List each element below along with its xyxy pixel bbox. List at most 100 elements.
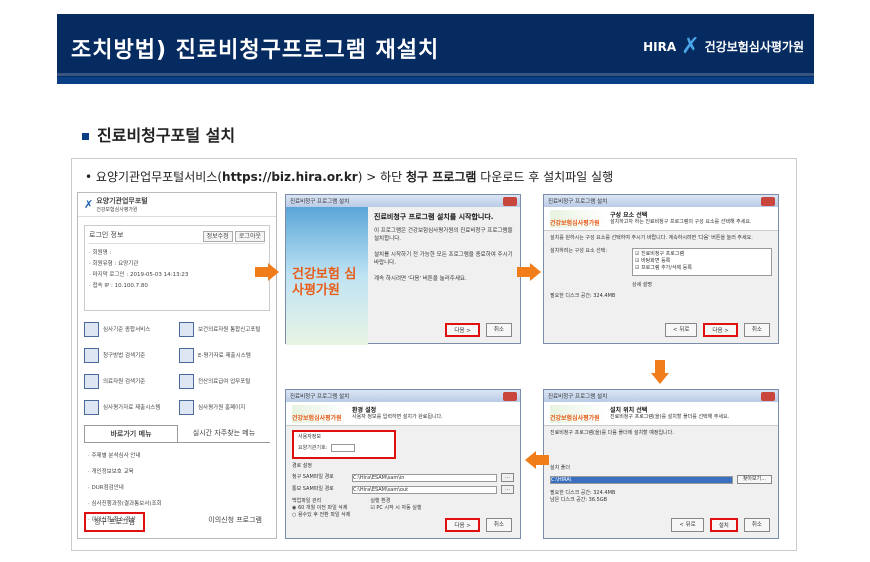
header-bottom-bar xyxy=(57,77,814,84)
slide-title: 조치방법) 진료비청구프로그램 재설치 xyxy=(71,38,440,63)
option-label: 용수있 후 전환 파일 삭제 xyxy=(297,512,351,518)
menu-item[interactable]: 보건의료자원 통합신고포털 xyxy=(179,319,270,339)
info-line: · 마지막 로그인 : 2019-05-03 14:13:23 xyxy=(89,272,189,278)
install-dialog-location: 진료비청구 프로그램 설치 건강보험심사평가원 설치 위치 선택 진료비청구 프로그… xyxy=(543,389,779,539)
cancel-button[interactable]: 취소 xyxy=(743,323,770,337)
component-label: 진료비청구 프로그램 xyxy=(641,251,685,257)
install-dialog-settings: 진료비청구 프로그램 설치 건강보험심사평가원 환경 설정 사용자 정보를 입력하면… xyxy=(285,389,521,539)
dialog-subheading: 설치하고자 하는 진료비청구 프로그램의 구성 요소를 선택해 주세요. xyxy=(610,219,752,225)
menu-item[interactable]: 의료자원 검색기준 xyxy=(84,371,175,391)
menu-item[interactable]: 심사평가자료 제출시스템 xyxy=(84,397,175,417)
menu-label: 보건의료자원 통합신고포털 xyxy=(198,327,261,333)
run-env-label: 실행 환경 xyxy=(370,498,391,504)
menu-item[interactable]: 심사평가원 홈페이지 xyxy=(179,397,270,417)
browse-button[interactable]: 찾아보기... xyxy=(736,475,772,484)
send-path-label: 청구 SAM파일 경로 xyxy=(292,474,334,480)
lead-bold: 청구 프로그램 xyxy=(406,170,477,184)
component-item[interactable]: ☑ 바탕화면 등록 xyxy=(635,258,769,265)
component-item[interactable]: ☑ 진료비청구 프로그램 xyxy=(635,251,769,258)
info-line: · 회원유형 : 요양기관 xyxy=(89,261,139,267)
objection-program-link[interactable]: 이의신청 프로그램 xyxy=(200,512,270,532)
component-item[interactable]: ☑ 프로그램 추가/삭제 등록 xyxy=(635,265,769,272)
lead-text: • 요양기관업무포털서비스(https://biz.hira.or.kr) > … xyxy=(85,168,613,185)
info-line: · 접속 IP : 10.100.7.80 xyxy=(89,283,148,289)
cancel-button[interactable]: 취소 xyxy=(485,518,512,532)
code-input[interactable] xyxy=(331,444,356,452)
menu-item[interactable]: 청구방법 검색기준 xyxy=(84,345,175,365)
close-icon[interactable] xyxy=(503,391,517,401)
menu-label: 의료자원 검색기준 xyxy=(103,379,146,385)
menu-item[interactable]: 전산의료급여 업무포털 xyxy=(179,371,270,391)
portal-footer: 청구 프로그램 이의신청 프로그램 xyxy=(84,512,270,532)
back-button[interactable]: < 뒤로 xyxy=(664,323,698,337)
portal-screenshot: ✗ 요양기관업무포털 건강보험심사평가원 로그인 정보 정보수정 로그아웃 · … xyxy=(77,192,277,539)
dialog-text: 계속 하시려면 '다음' 버튼을 눌러주세요. xyxy=(374,276,467,282)
disk-space: 필요한 디스크 공간: 324.4MB xyxy=(550,293,616,299)
dialog-title: 진료비청구 프로그램 설치 xyxy=(548,394,608,400)
send-path-input[interactable]: C:\Hira\ESAM\sam\in xyxy=(352,473,497,482)
dialog-title: 진료비청구 프로그램 설치 xyxy=(290,199,350,205)
slide-header: 조치방법) 진료비청구프로그램 재설치 HIRA ✗ 건강보험심사평가원 xyxy=(57,14,814,84)
square-bullet-icon xyxy=(82,133,89,140)
more-icon[interactable]: … xyxy=(501,473,514,482)
link-item[interactable]: · 심사진행과정(결과통보서)조회 xyxy=(88,499,266,507)
close-icon[interactable] xyxy=(761,196,775,206)
next-button[interactable]: 다음 > xyxy=(445,323,480,337)
edit-info-button[interactable]: 정보수정 xyxy=(202,230,233,242)
section-title: 진료비청구포털 설치 xyxy=(97,126,236,145)
next-button[interactable]: 다음 > xyxy=(703,323,738,337)
arrow-down-icon xyxy=(651,360,669,384)
tab-shortcut-menu[interactable]: 바로가기 메뉴 xyxy=(84,425,178,442)
cancel-button[interactable]: 취소 xyxy=(485,323,512,337)
close-icon[interactable] xyxy=(761,391,775,401)
menu-label: 심사평가원 홈페이지 xyxy=(198,405,246,411)
option-label: 60 개월 이전 파일 삭제 xyxy=(297,505,348,511)
recv-path-input[interactable]: C:\Hira\ESAM\sam\out xyxy=(352,485,497,494)
menu-icon xyxy=(179,399,194,415)
menu-label: 심사기준 종합서비스 xyxy=(103,327,151,333)
menu-label: 청구방법 검색기준 xyxy=(103,353,146,359)
dialog-text: 설치를 시작하기 전 가능한 모든 프로그램을 종료하여 주시기 바랍니다. xyxy=(374,252,513,266)
tab-frequent-menu[interactable]: 실시간 자주찾는 메뉴 xyxy=(178,425,270,442)
portal-title: 요양기관업무포털 xyxy=(96,197,148,205)
disk-space-free: 남은 디스크 공간: 36.5GB xyxy=(550,497,608,503)
hira-mark-icon: ✗ xyxy=(84,198,94,211)
dialog-title: 진료비청구 프로그램 설치 xyxy=(290,394,350,400)
menu-item[interactable]: E-평가자료 제출시스템 xyxy=(179,345,270,365)
close-icon[interactable] xyxy=(503,196,517,206)
info-line: · 회원명 : xyxy=(89,250,112,256)
lead-post: 다운로드 후 설치파일 실행 xyxy=(476,170,614,184)
logout-button[interactable]: 로그아웃 xyxy=(234,230,265,242)
radio-option[interactable]: ◉ 60 개월 이전 파일 삭제 xyxy=(292,505,350,512)
menu-icon xyxy=(84,347,99,363)
menu-item[interactable]: 심사기준 종합서비스 xyxy=(84,319,175,339)
dialog-logo: 건강보험심사평가원 xyxy=(550,210,605,228)
checkbox-option[interactable]: ☑ PC 시작 시 자동 실행 xyxy=(370,505,421,512)
header-stripe xyxy=(57,73,814,76)
link-item[interactable]: · DUR점검안내 xyxy=(88,483,266,491)
radio-option[interactable]: ○ 용수있 후 전환 파일 삭제 xyxy=(292,512,350,519)
link-item[interactable]: · 주제별 분석심사 안내 xyxy=(88,451,266,459)
next-button[interactable]: 다음 > xyxy=(445,518,480,532)
hira-mark-icon: ✗ xyxy=(681,34,700,59)
install-button[interactable]: 설치 xyxy=(709,518,738,532)
link-item[interactable]: · 개인정보보호 교육 xyxy=(88,467,266,475)
bullet: • xyxy=(85,170,93,184)
dialog-banner: 건강보험 심사평가원 xyxy=(286,207,368,345)
path-settings-label: 경로 설정 xyxy=(292,463,312,469)
option-label: PC 시작 시 자동 실행 xyxy=(376,505,422,511)
dialog-subheading: 진료비청구 프로그램(을)를 설치할 폴더를 선택해 주세요. xyxy=(610,414,730,420)
user-info-box: 사용자정보 요양기관기호: xyxy=(292,430,396,459)
folder-input[interactable]: C:\HIRA\ xyxy=(550,475,733,484)
description-label: 상세 설명 xyxy=(632,282,652,288)
cancel-button[interactable]: 취소 xyxy=(743,518,770,532)
backup-label: 백업파일 관리 xyxy=(292,498,322,504)
back-button[interactable]: < 뒤로 xyxy=(671,518,704,532)
lead-pre: 요양기관업무포털서비스( xyxy=(95,170,223,184)
dialog-text: 설치를 원하시는 구성 요소를 선택하여 주시기 바랍니다. 계속하시려면 '다… xyxy=(550,235,753,241)
more-icon[interactable]: … xyxy=(501,485,514,494)
arrow-right-icon xyxy=(517,263,541,281)
claim-program-link[interactable]: 청구 프로그램 xyxy=(84,512,145,532)
component-label: 프로그램 추가/삭제 등록 xyxy=(641,265,692,271)
portal-subtitle: 건강보험심사평가원 xyxy=(96,207,138,213)
